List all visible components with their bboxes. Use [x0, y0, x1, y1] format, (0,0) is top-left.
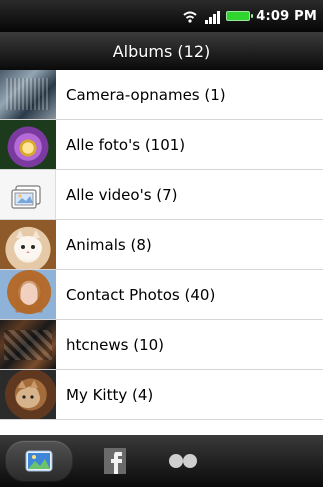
facebook-tab[interactable]	[88, 441, 142, 481]
video-album-icon	[0, 170, 56, 219]
kitty-thumbnail	[0, 370, 56, 419]
camera-album-thumbnail	[0, 70, 56, 119]
album-label: Contact Photos (40)	[66, 285, 216, 304]
status-right: 4:09 PM	[182, 6, 317, 26]
album-label: Animals (8)	[66, 235, 152, 254]
gallery-icon	[22, 447, 56, 475]
album-label: My Kitty (4)	[66, 385, 154, 404]
gallery-tab[interactable]	[6, 441, 72, 481]
status-time: 4:09 PM	[256, 8, 317, 24]
album-row-my-kitty[interactable]: My Kitty (4)	[0, 370, 323, 420]
page-title-bar: Albums (12)	[0, 32, 323, 70]
facebook-icon	[98, 444, 132, 478]
page-title: Albums (12)	[112, 41, 211, 61]
album-row-contact-photos[interactable]: Contact Photos (40)	[0, 270, 323, 320]
album-row-camera-opnames[interactable]: Camera-opnames (1)	[0, 70, 323, 120]
album-label: htcnews (10)	[66, 335, 165, 354]
contact-photo-thumbnail	[0, 270, 56, 319]
album-list: Camera-opnames (1) Alle foto's (101) All	[0, 70, 323, 435]
screen: 4:09 PM Albums (12) Camera-opnames (1) A…	[0, 0, 323, 487]
album-row-alle-videos[interactable]: Alle video's (7)	[0, 170, 323, 220]
album-label: Alle video's (7)	[66, 185, 178, 204]
album-label: Alle foto's (101)	[66, 135, 186, 154]
flickr-tab[interactable]	[150, 441, 216, 481]
album-row-animals[interactable]: Animals (8)	[0, 220, 323, 270]
album-row-alle-fotos[interactable]: Alle foto's (101)	[0, 120, 323, 170]
album-row-htcnews[interactable]: htcnews (10)	[0, 320, 323, 370]
battery-icon	[226, 11, 254, 21]
flower-thumbnail	[0, 120, 56, 169]
animals-thumbnail	[0, 220, 56, 269]
status-bar: 4:09 PM	[0, 0, 323, 32]
album-label: Camera-opnames (1)	[66, 85, 226, 104]
signal-icon	[204, 9, 221, 24]
htcnews-thumbnail	[0, 320, 56, 369]
flickr-icon	[158, 451, 208, 471]
wifi-icon	[182, 9, 198, 23]
bottom-tab-bar	[0, 435, 323, 487]
